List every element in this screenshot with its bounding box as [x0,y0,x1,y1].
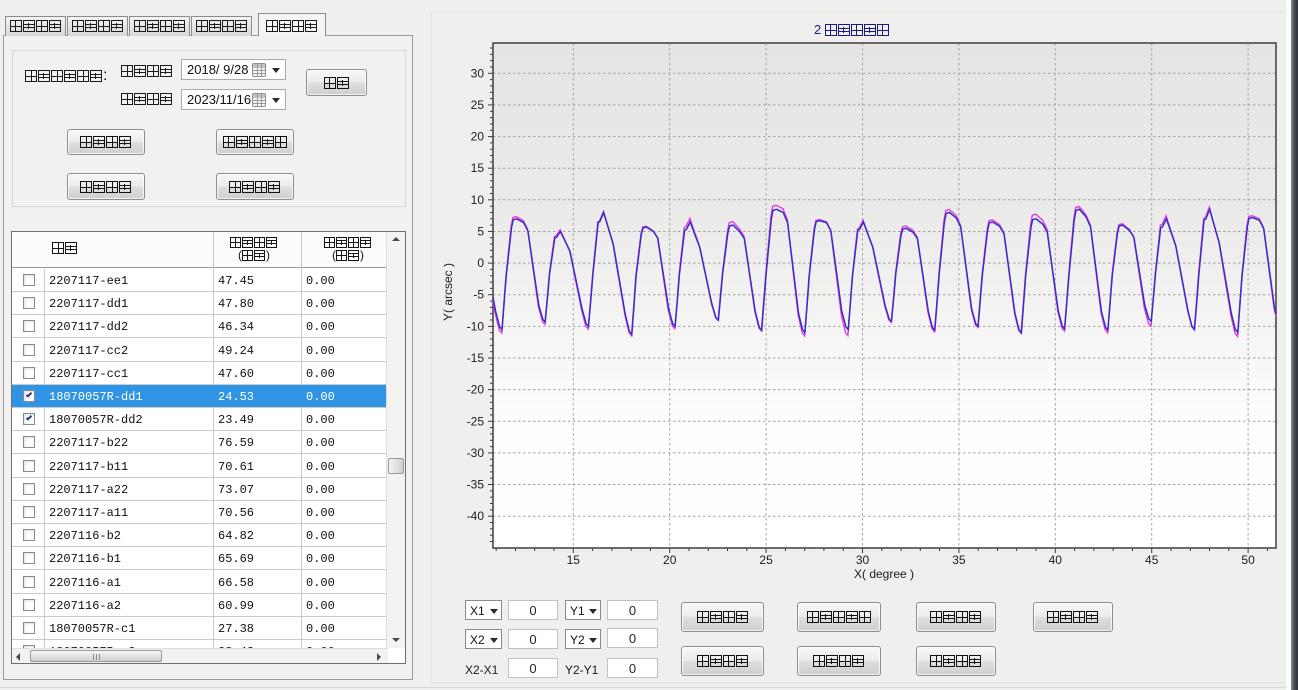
svg-text:45: 45 [1145,553,1159,567]
svg-text:25: 25 [759,553,773,567]
svg-text:25: 25 [471,98,485,112]
svg-text:40: 40 [1049,553,1063,567]
svg-text:-10: -10 [467,319,485,333]
svg-text:5: 5 [477,225,484,239]
svg-text:Y( arcsec ): Y( arcsec ) [441,263,455,321]
svg-text:X( degree ): X( degree ) [854,567,914,581]
svg-text:-5: -5 [473,288,484,302]
svg-text:-35: -35 [467,478,485,492]
svg-text:-15: -15 [467,351,485,365]
svg-text:15: 15 [567,553,581,567]
svg-text:30: 30 [471,66,485,80]
svg-text:-30: -30 [467,446,485,460]
svg-text:15: 15 [471,161,485,175]
svg-text:20: 20 [663,553,677,567]
svg-text:-20: -20 [467,383,485,397]
svg-text:35: 35 [952,553,966,567]
svg-text:20: 20 [471,130,485,144]
svg-text:-25: -25 [467,414,485,428]
svg-text:10: 10 [471,193,485,207]
svg-text:-40: -40 [467,509,485,523]
svg-text:50: 50 [1241,553,1255,567]
svg-text:0: 0 [477,256,484,270]
svg-text:30: 30 [856,553,870,567]
